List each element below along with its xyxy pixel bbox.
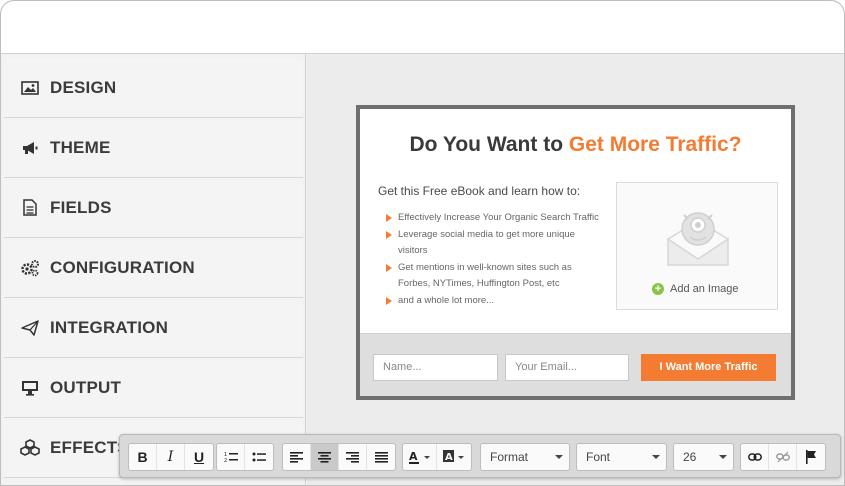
submit-button[interactable]: I Want More Traffic bbox=[641, 354, 776, 381]
list-item: Get mentions in well-known sites such as… bbox=[386, 260, 606, 292]
name-field[interactable]: Name... bbox=[373, 354, 498, 381]
text-color-icon: A bbox=[408, 450, 430, 464]
font-label: Font bbox=[586, 450, 611, 464]
popup-title: Do You Want to Get More Traffic? bbox=[360, 133, 791, 157]
list-group: 12 bbox=[216, 443, 274, 471]
sidebar-item-label: OUTPUT bbox=[50, 377, 122, 397]
link-button[interactable] bbox=[741, 444, 769, 470]
sidebar-item-theme[interactable]: THEME bbox=[4, 118, 303, 178]
popup-form: Name... Your Email... I Want More Traffi… bbox=[360, 333, 791, 396]
alignment-group bbox=[282, 443, 396, 471]
email-field[interactable]: Your Email... bbox=[505, 354, 629, 381]
text-style-group: B I U bbox=[128, 443, 214, 471]
optin-popup-preview[interactable]: Do You Want to Get More Traffic? Get thi… bbox=[356, 105, 795, 400]
popup-title-prefix: Do You Want to bbox=[409, 133, 569, 156]
align-center-icon bbox=[318, 451, 331, 463]
sidebar-item-label: FIELDS bbox=[50, 197, 112, 217]
image-icon bbox=[20, 78, 40, 98]
svg-text:A: A bbox=[409, 450, 418, 463]
italic-button[interactable]: I bbox=[157, 444, 185, 470]
font-dropdown[interactable]: Font bbox=[576, 443, 667, 471]
link-group bbox=[740, 443, 826, 471]
sidebar-item-label: DESIGN bbox=[50, 77, 117, 97]
background-color-icon: A bbox=[443, 450, 464, 463]
sidebar: DESIGN THEME FIELDS CONFIGURATION INTEGR… bbox=[1, 54, 306, 485]
svg-text:2: 2 bbox=[224, 458, 227, 463]
link-icon bbox=[747, 453, 762, 461]
numbered-list-icon: 12 bbox=[224, 452, 238, 463]
justify-button[interactable] bbox=[367, 444, 395, 470]
svg-text:A: A bbox=[445, 452, 453, 463]
align-right-icon bbox=[346, 451, 359, 463]
format-dropdown[interactable]: Format bbox=[480, 443, 570, 471]
chevron-down-icon bbox=[719, 455, 727, 459]
format-label: Format bbox=[490, 450, 529, 464]
flag-icon bbox=[806, 450, 816, 464]
bullet-list-icon bbox=[252, 452, 266, 462]
sidebar-item-integration[interactable]: INTEGRATION bbox=[4, 298, 303, 358]
plus-icon: + bbox=[652, 283, 664, 295]
align-left-icon bbox=[290, 451, 303, 463]
bold-button[interactable]: B bbox=[129, 444, 157, 470]
chevron-down-icon bbox=[652, 455, 660, 459]
popup-title-accent: Get More Traffic? bbox=[568, 133, 742, 156]
sidebar-item-output[interactable]: OUTPUT bbox=[4, 358, 303, 418]
add-image-button[interactable]: + Add an Image bbox=[652, 283, 739, 295]
cubes-icon bbox=[20, 438, 40, 458]
unlink-icon bbox=[775, 451, 790, 463]
paper-plane-icon bbox=[20, 318, 40, 338]
sidebar-item-label: EFFECTS bbox=[50, 437, 129, 457]
unlink-button[interactable] bbox=[769, 444, 797, 470]
anchor-button[interactable] bbox=[797, 444, 825, 470]
align-right-button[interactable] bbox=[339, 444, 367, 470]
monitor-icon bbox=[20, 378, 40, 398]
align-center-button[interactable] bbox=[311, 444, 339, 470]
sidebar-item-fields[interactable]: FIELDS bbox=[4, 178, 303, 238]
add-image-label: Add an Image bbox=[670, 283, 739, 295]
image-placeholder[interactable]: + Add an Image bbox=[616, 182, 778, 310]
font-size-dropdown[interactable]: 26 bbox=[673, 443, 734, 471]
bullet-list-button[interactable] bbox=[245, 444, 273, 470]
font-size-value: 26 bbox=[683, 450, 697, 464]
text-color-button[interactable]: A bbox=[403, 444, 437, 470]
bullet-list: Effectively Increase Your Organic Search… bbox=[386, 210, 606, 310]
list-item: Leverage social media to get more unique… bbox=[386, 227, 606, 259]
list-item: Effectively Increase Your Organic Search… bbox=[386, 210, 606, 226]
popup-subtitle: Get this Free eBook and learn how to: bbox=[378, 184, 581, 198]
sidebar-item-configuration[interactable]: CONFIGURATION bbox=[4, 238, 303, 298]
megaphone-icon bbox=[20, 138, 40, 158]
gears-icon bbox=[20, 258, 40, 278]
background-color-button[interactable]: A bbox=[437, 444, 471, 470]
list-item: and a whole lot more... bbox=[386, 293, 606, 309]
sidebar-item-label: THEME bbox=[50, 137, 111, 157]
document-icon bbox=[20, 198, 40, 218]
justify-icon bbox=[374, 451, 388, 463]
sidebar-item-design[interactable]: DESIGN bbox=[4, 58, 303, 118]
chevron-down-icon bbox=[555, 455, 563, 459]
color-group: A A bbox=[402, 443, 472, 471]
mascot-envelope-icon bbox=[667, 212, 729, 266]
sidebar-item-label: INTEGRATION bbox=[50, 317, 169, 337]
underline-button[interactable]: U bbox=[185, 444, 213, 470]
top-bar bbox=[1, 1, 844, 54]
numbered-list-button[interactable]: 12 bbox=[217, 444, 245, 470]
text-editor-toolbar: B I U 12 A A Format Font 26 bbox=[119, 434, 841, 478]
align-left-button[interactable] bbox=[283, 444, 311, 470]
sidebar-item-label: CONFIGURATION bbox=[50, 257, 195, 277]
